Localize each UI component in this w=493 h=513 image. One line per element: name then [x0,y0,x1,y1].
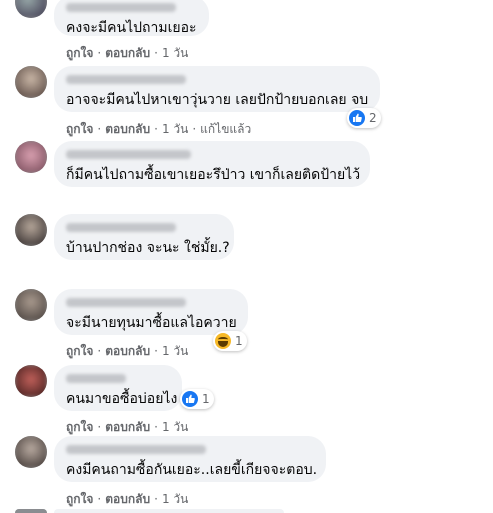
avatar[interactable] [15,141,47,173]
avatar[interactable] [15,214,47,246]
comment-bubble: บ้านปากช่อง จะนะ ใช่มั้ย.? [54,214,234,260]
comment-text: ก็มีคนไปถามซื้อเขาเยอะรึป่าว เขาก็เลยติด… [66,167,361,183]
avatar[interactable] [15,509,47,513]
avatar[interactable] [15,66,47,98]
comment-text: คงจะมีคนไปถามเยอะ [66,20,197,36]
comment-text: คงมีคนถามซื้อกันเยอะ..เลยขี้เกียจจะตอบ. [66,462,318,478]
edited-label: แก้ไขแล้ว [200,122,252,136]
comment-actions: ถูกใจ · ตอบกลับ · 1 วัน [66,420,189,434]
commenter-name[interactable] [66,3,176,12]
commenter-name[interactable] [66,374,126,383]
avatar[interactable] [15,0,47,18]
reaction-count: 1 [202,392,210,406]
like-link[interactable]: ถูกใจ [66,344,93,358]
like-link[interactable]: ถูกใจ [66,122,93,136]
comment-bubble: จะมีนายทุนมาซื้อแลไอควาย [54,289,248,335]
commenter-name[interactable] [66,298,186,307]
avatar[interactable] [15,436,47,468]
comment-bubble: คงมีคนถามซื้อกันเยอะ..เลยขี้เกียจจะตอบ. [54,436,326,482]
reaction-badge[interactable]: 1 [180,389,214,409]
comment-actions: ถูกใจ · ตอบกลับ · 1 วัน · แก้ไขแล้ว [66,122,252,136]
commenter-name[interactable] [66,445,206,454]
comment-bubble: อาจจะมีคนไปหาเขาวุ่นวาย เลยปักป้ายบอกเลย… [54,66,380,112]
avatar[interactable] [15,289,47,321]
reply-link[interactable]: ตอบกลับ [105,122,150,136]
like-link[interactable]: ถูกใจ [66,492,93,506]
commenter-name[interactable] [66,75,186,84]
comment-actions: ถูกใจ · ตอบกลับ · 1 วัน [66,492,189,506]
comment-bubble: คนมาขอซื้อบ่อยไง [54,365,182,411]
like-icon [182,391,198,407]
comment-bubble: คงจะมีคนไปถามเยอะ [54,0,209,36]
comment-text: อาจจะมีคนไปหาเขาวุ่นวาย เลยปักป้ายบอกเลย… [66,92,369,108]
comment-text: บ้านปากช่อง จะนะ ใช่มั้ย.? [66,240,230,256]
reaction-badge[interactable]: 1 [213,331,247,351]
timestamp[interactable]: 1 วัน [162,122,188,136]
haha-icon [215,333,231,349]
reaction-count: 1 [235,334,243,348]
timestamp[interactable]: 1 วัน [162,492,188,506]
reply-link[interactable]: ตอบกลับ [105,420,150,434]
reaction-count: 2 [369,111,377,125]
comment-text: คนมาขอซื้อบ่อยไง [66,391,178,407]
like-link[interactable]: ถูกใจ [66,46,93,60]
comment-bubble: ก็มีคนไปถามซื้อเขาเยอะรึป่าว เขาก็เลยติด… [54,141,370,187]
reply-link[interactable]: ตอบกลับ [105,344,150,358]
commenter-name[interactable] [66,150,191,159]
comment-text: จะมีนายทุนมาซื้อแลไอควาย [66,315,237,331]
like-link[interactable]: ถูกใจ [66,420,93,434]
reaction-badge[interactable]: 2 [347,108,381,128]
comment-actions: ถูกใจ · ตอบกลับ · 1 วัน [66,344,189,358]
commenter-name[interactable] [66,223,176,232]
comment-actions: ถูกใจ · ตอบกลับ · 1 วัน [66,46,189,60]
timestamp[interactable]: 1 วัน [162,344,188,358]
timestamp[interactable]: 1 วัน [162,46,188,60]
avatar[interactable] [15,365,47,397]
timestamp[interactable]: 1 วัน [162,420,188,434]
comment-bubble [54,509,284,513]
reply-link[interactable]: ตอบกลับ [105,46,150,60]
reply-link[interactable]: ตอบกลับ [105,492,150,506]
like-icon [349,110,365,126]
